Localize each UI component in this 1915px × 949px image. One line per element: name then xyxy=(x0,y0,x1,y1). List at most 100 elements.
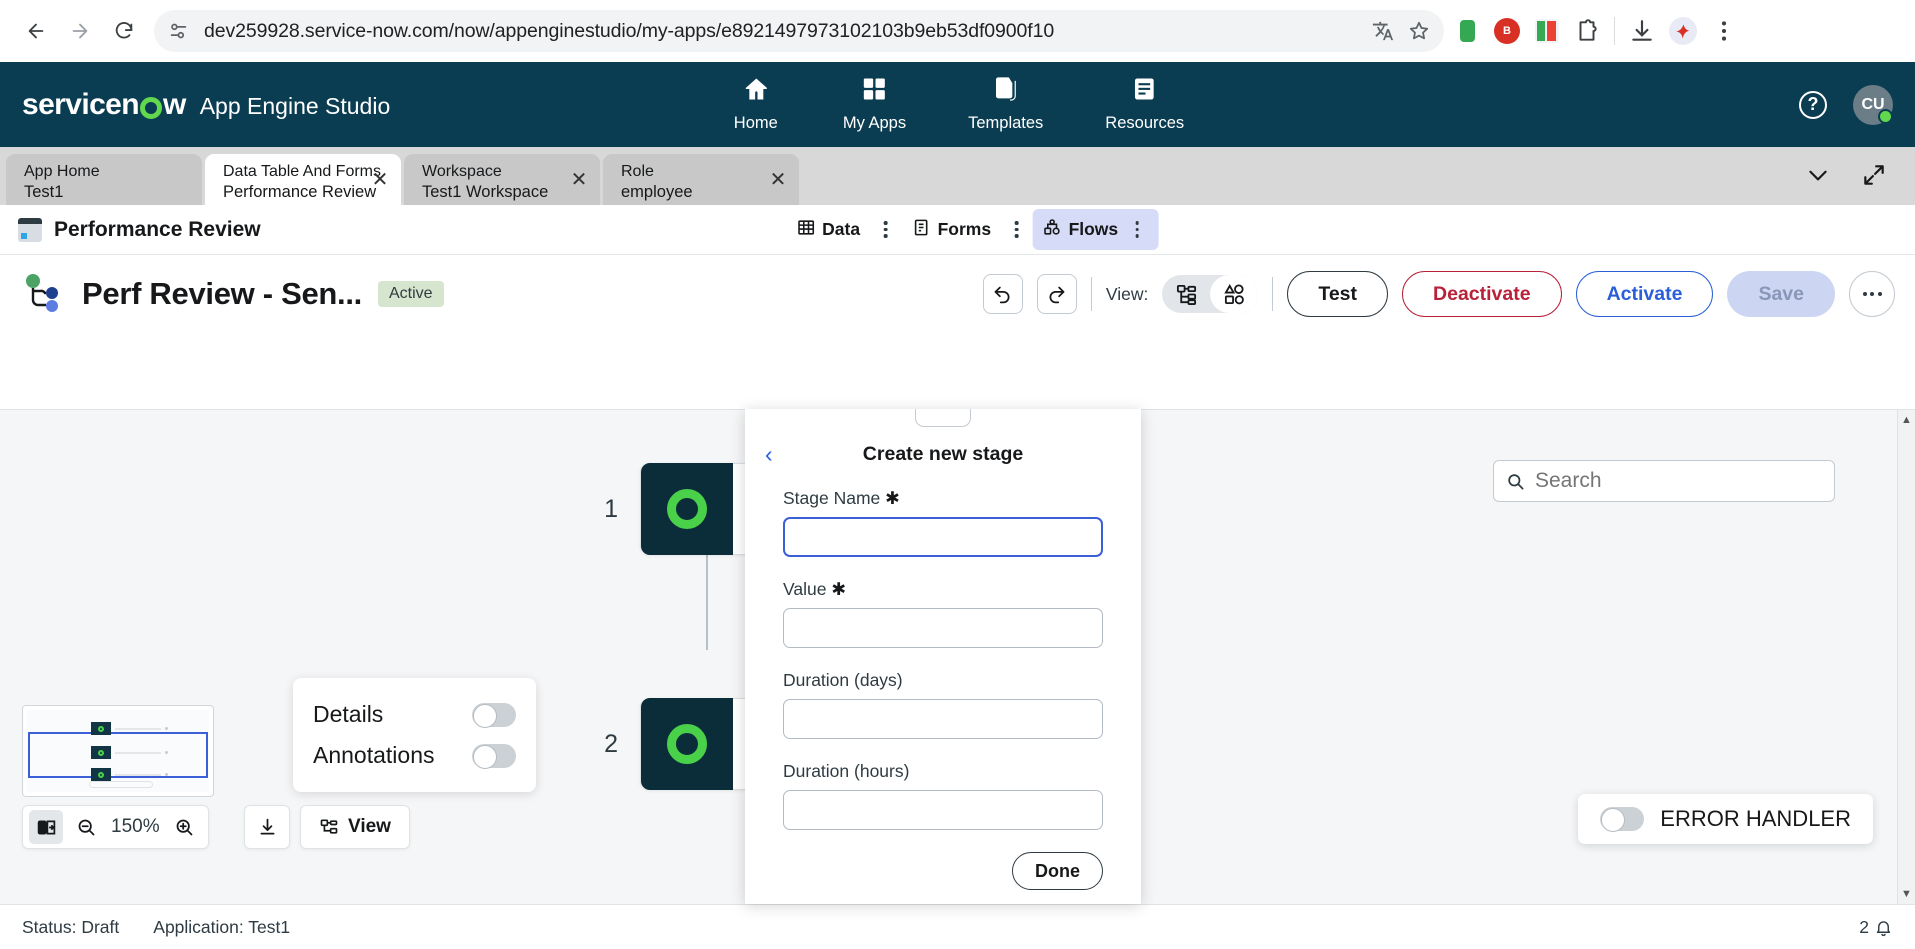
servicenow-node-logo-icon xyxy=(641,463,733,555)
forms-icon xyxy=(912,218,931,242)
tab-subtitle: Test1 Workspace xyxy=(422,183,549,202)
zoom-controls: 150% xyxy=(22,805,209,849)
bookmark-star-icon[interactable] xyxy=(1408,20,1430,42)
main-navigation: Home My Apps Templates Resources xyxy=(721,69,1194,153)
view-options-icon xyxy=(320,819,338,834)
record-subtoolbar: Performance Review Data Forms Flows xyxy=(0,205,1915,255)
extension-badge-label: B xyxy=(1494,18,1520,44)
browser-menu-icon[interactable] xyxy=(1711,18,1737,44)
view-mode-toggle[interactable] xyxy=(1162,275,1259,313)
app-title: App Engine Studio xyxy=(199,92,391,119)
profile-avatar-icon[interactable] xyxy=(1669,17,1697,45)
status-badge: Active xyxy=(378,281,444,307)
canvas-view-button[interactable]: View xyxy=(300,805,410,849)
view-mode-diagram[interactable] xyxy=(1210,275,1259,313)
brand-area[interactable]: servicen w App Engine Studio xyxy=(22,88,390,122)
segment-data[interactable]: Data xyxy=(786,212,870,248)
close-icon[interactable]: ✕ xyxy=(568,169,590,191)
data-kebab-menu[interactable] xyxy=(874,215,898,244)
tab-data-table-and-forms[interactable]: Data Table And Forms Performance Review … xyxy=(205,154,401,205)
tab-subtitle: Performance Review xyxy=(223,183,377,202)
deactivate-button[interactable]: Deactivate xyxy=(1402,271,1562,317)
segment-label-forms: Forms xyxy=(937,219,992,239)
duration-hours-input[interactable] xyxy=(783,790,1103,830)
help-icon[interactable]: ? xyxy=(1799,90,1827,119)
chevron-down-icon[interactable] xyxy=(1805,162,1831,193)
nav-label-templates: Templates xyxy=(968,113,1044,132)
label-text: Value xyxy=(783,579,827,599)
browser-reload-button[interactable] xyxy=(102,9,146,53)
zoom-in-button[interactable] xyxy=(168,810,202,844)
scroll-up-icon[interactable]: ▲ xyxy=(1901,414,1912,426)
site-settings-icon[interactable] xyxy=(168,20,190,42)
minimap-viewport[interactable] xyxy=(28,732,208,778)
activate-button[interactable]: Activate xyxy=(1575,271,1714,317)
more-actions-button[interactable] xyxy=(1849,271,1895,317)
browser-forward-button[interactable] xyxy=(58,9,102,53)
tab-subtitle: Test1 xyxy=(24,183,64,202)
duration-days-input[interactable] xyxy=(783,699,1103,739)
bell-icon[interactable] xyxy=(1874,918,1893,937)
tab-title: Role xyxy=(621,163,654,181)
annotations-row[interactable]: Annotations xyxy=(313,735,516,776)
download-button[interactable] xyxy=(244,805,290,849)
nav-item-my-apps[interactable]: My Apps xyxy=(832,69,917,153)
tab-workspace[interactable]: Workspace Test1 Workspace ✕ xyxy=(404,154,600,205)
error-handler-toggle[interactable] xyxy=(1600,807,1645,832)
fit-to-screen-button[interactable] xyxy=(29,810,63,844)
status-text: Status: Draft xyxy=(22,916,120,937)
scroll-down-icon[interactable]: ▼ xyxy=(1901,888,1912,900)
search-input[interactable] xyxy=(1535,469,1822,493)
segment-forms[interactable]: Forms xyxy=(902,212,1001,248)
extension-badge-icon[interactable]: B xyxy=(1494,18,1520,44)
flows-kebab-menu[interactable] xyxy=(1125,215,1149,244)
close-icon[interactable]: ✕ xyxy=(767,169,789,191)
segment-flows[interactable]: Flows xyxy=(1032,209,1159,250)
servicenow-node-logo-icon xyxy=(641,698,733,790)
value-input[interactable] xyxy=(783,608,1103,648)
address-bar[interactable]: dev259928.service-now.com/now/appengines… xyxy=(154,10,1444,52)
undo-button[interactable] xyxy=(982,274,1023,314)
save-button[interactable]: Save xyxy=(1727,271,1835,317)
details-toggle[interactable] xyxy=(472,702,516,728)
nav-item-resources[interactable]: Resources xyxy=(1095,69,1194,141)
nav-item-home[interactable]: Home xyxy=(721,69,791,141)
tree-view-icon xyxy=(1176,284,1196,305)
canvas-search[interactable] xyxy=(1493,460,1835,502)
browser-back-button[interactable] xyxy=(14,9,58,53)
segment-label-flows: Flows xyxy=(1068,219,1119,239)
stage-name-input[interactable] xyxy=(783,517,1103,557)
servicenow-header: servicen w App Engine Studio Home My Apps… xyxy=(0,62,1915,153)
tab-app-home[interactable]: App Home Test1 xyxy=(6,154,202,205)
extension-multicolor-icon[interactable] xyxy=(1534,18,1560,44)
annotations-toggle[interactable] xyxy=(472,743,516,769)
canvas-minimap[interactable] xyxy=(22,705,214,797)
translate-icon[interactable] xyxy=(1372,20,1394,42)
canvas-scrollbar[interactable]: ▲ ▼ xyxy=(1897,410,1915,904)
redo-button[interactable] xyxy=(1036,274,1077,314)
done-button[interactable]: Done xyxy=(1012,852,1103,890)
avatar[interactable]: CU xyxy=(1853,84,1893,125)
create-new-stage-panel[interactable]: ‹ Create new stage Stage Name ✱ Value ✱ … xyxy=(745,409,1141,904)
nav-item-templates[interactable]: Templates xyxy=(958,69,1053,141)
details-row[interactable]: Details xyxy=(313,694,516,735)
table-icon xyxy=(18,217,42,242)
notifications-area[interactable]: 2 xyxy=(1859,917,1893,938)
back-chevron-icon[interactable]: ‹ xyxy=(765,441,773,468)
test-button[interactable]: Test xyxy=(1287,271,1389,317)
field-label-duration-days: Duration (days) xyxy=(783,670,903,690)
error-handler-control[interactable]: ERROR HANDLER xyxy=(1578,794,1873,844)
panel-drag-handle[interactable] xyxy=(915,409,971,427)
expand-icon[interactable] xyxy=(1861,162,1887,193)
extension-green-icon[interactable] xyxy=(1454,18,1480,44)
zoom-out-button[interactable] xyxy=(69,810,103,844)
workspace-tabstrip: App Home Test1 Data Table And Forms Perf… xyxy=(0,147,1915,205)
flows-icon xyxy=(1043,218,1062,242)
close-icon[interactable]: ✕ xyxy=(369,169,391,191)
details-label: Details xyxy=(313,701,384,727)
downloads-icon[interactable] xyxy=(1629,18,1655,44)
extensions-puzzle-icon[interactable] xyxy=(1574,18,1600,44)
forms-kebab-menu[interactable] xyxy=(1005,215,1029,244)
tab-role[interactable]: Role employee ✕ xyxy=(603,154,799,205)
view-mode-tree[interactable] xyxy=(1162,275,1210,313)
